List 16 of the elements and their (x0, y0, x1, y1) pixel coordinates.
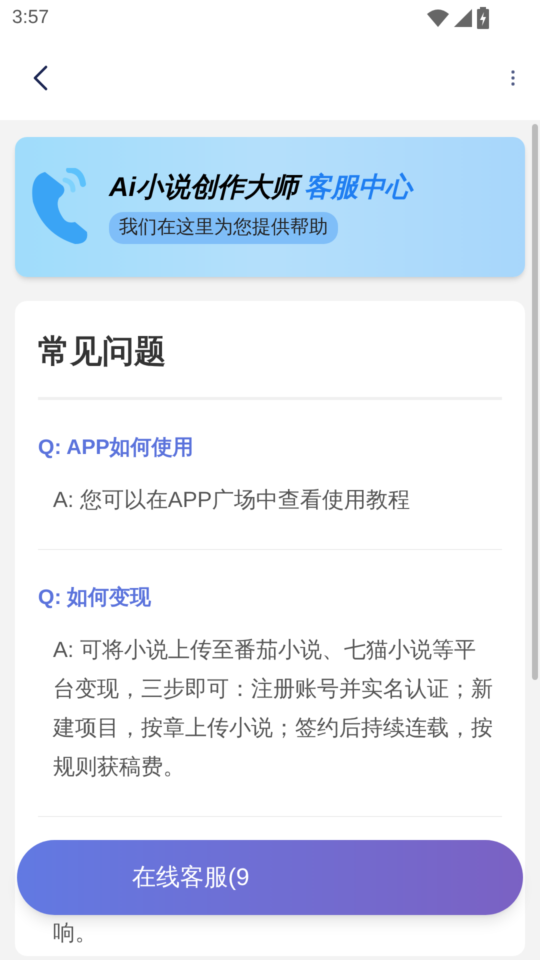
banner-title-highlight: 客服中心 (304, 170, 415, 204)
status-time: 3:57 (12, 6, 49, 30)
faq-answer: A: 您可以在APP广场中查看使用教程 (52, 486, 411, 514)
faq-answer: A: 可将小说上传至番茄小说、七猫小说等平台变现，三步即可：注册账号并实名认证；新建项目，按章上传小说；签约后持续连载，按规则获稿费。 (52, 636, 494, 781)
more-icon[interactable] (510, 69, 516, 87)
signal-icon (453, 8, 473, 28)
wifi-icon (426, 8, 450, 28)
faq-question: Q: 如何变现 (38, 584, 152, 611)
banner-subtitle: 我们在这里为您提供帮助 (109, 212, 338, 244)
banner-title: Ai小说创作大师 (109, 170, 304, 204)
battery-icon (476, 7, 490, 29)
online-service-button[interactable]: 在线客服(9 (17, 840, 523, 915)
faq-title: 常见问题 (38, 332, 167, 371)
phone-icon (29, 168, 89, 246)
faq-answer: 响。 (52, 919, 98, 947)
faq-question: Q: APP如何使用 (38, 435, 195, 461)
